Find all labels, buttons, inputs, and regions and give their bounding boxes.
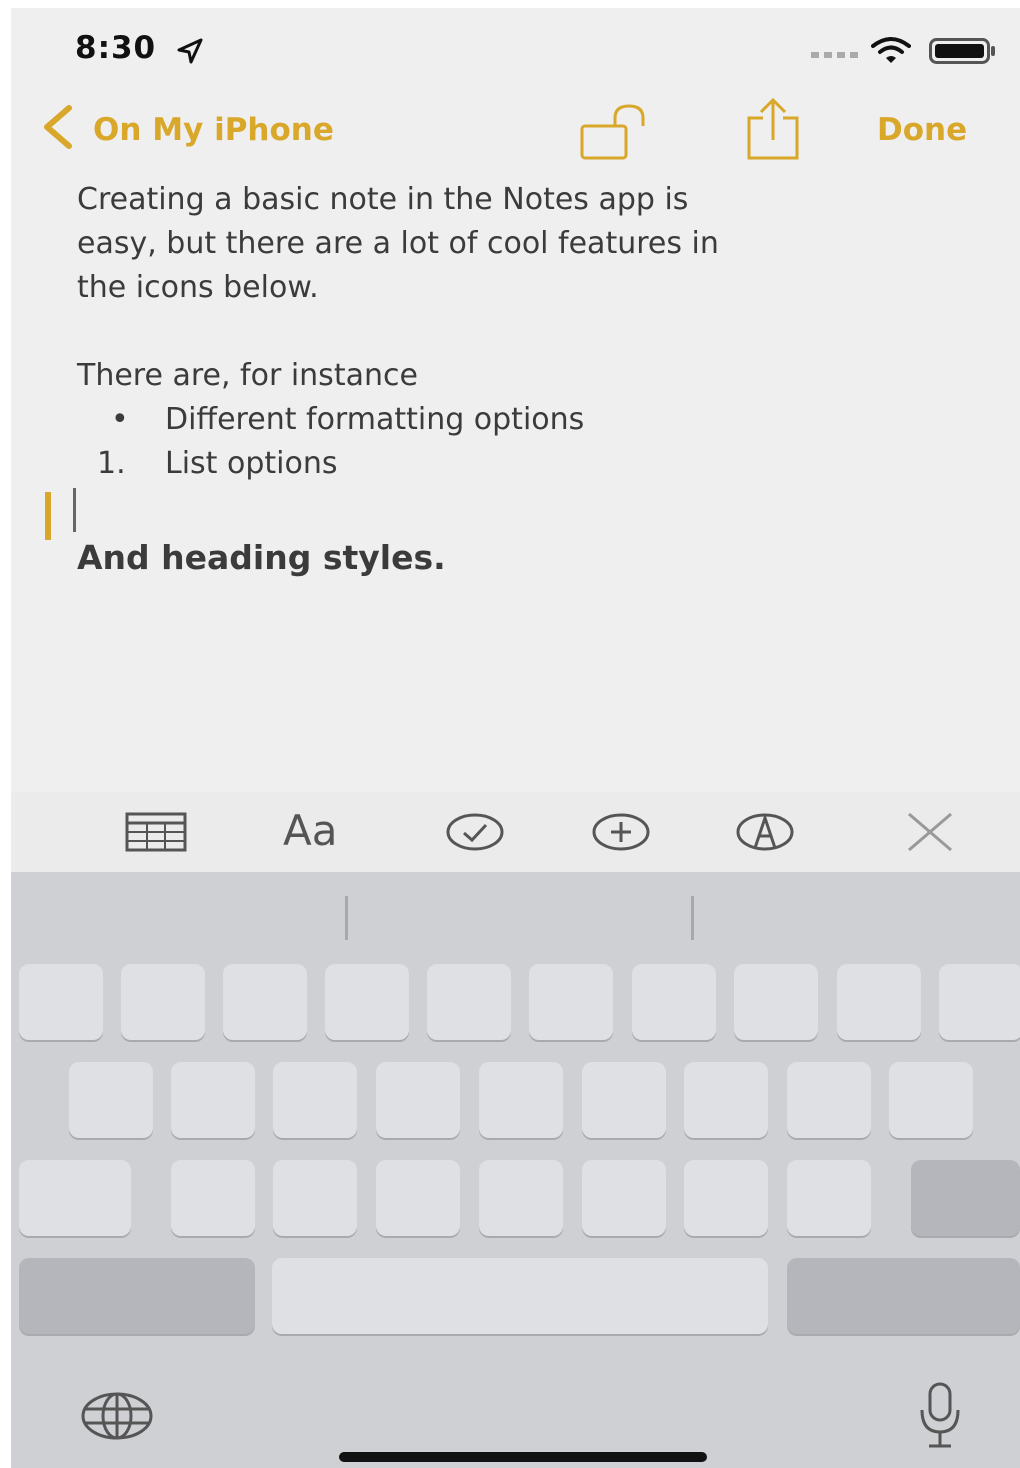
- key[interactable]: [529, 964, 613, 1040]
- battery-icon: [929, 38, 995, 64]
- key[interactable]: [427, 964, 511, 1040]
- back-chevron-icon[interactable]: [39, 104, 75, 150]
- note-body[interactable]: Creating a basic note in the Notes app i…: [77, 178, 977, 486]
- note-paragraph-line: easy, but there are a lot of cool featur…: [77, 226, 719, 261]
- close-keyboard-icon[interactable]: [905, 804, 955, 860]
- numbered-list-item: 1. List options: [77, 442, 977, 486]
- checklist-icon[interactable]: [445, 804, 505, 860]
- format-button[interactable]: Aa: [283, 806, 337, 855]
- line-selection-marker: [45, 492, 51, 540]
- wifi-icon: [871, 37, 911, 63]
- microphone-icon[interactable]: [917, 1380, 963, 1454]
- cellular-signal-icon: [811, 52, 858, 58]
- key[interactable]: [632, 964, 716, 1040]
- note-paragraph-line: the icons below.: [77, 270, 319, 305]
- key[interactable]: [837, 964, 921, 1040]
- key[interactable]: [171, 1062, 255, 1138]
- bullet-item-text: Different formatting options: [165, 402, 585, 437]
- unlock-icon[interactable]: [579, 104, 651, 160]
- key[interactable]: [734, 964, 818, 1040]
- key[interactable]: [19, 964, 103, 1040]
- bullet-list-item: • Different formatting options: [77, 398, 977, 442]
- status-time: 8:30: [75, 30, 157, 66]
- note-paragraph: There are, for instance: [77, 358, 418, 393]
- key[interactable]: [171, 1160, 255, 1236]
- bullet-mark: •: [111, 402, 129, 437]
- key[interactable]: [684, 1160, 768, 1236]
- formatting-toolbar: Aa: [11, 792, 1020, 872]
- key[interactable]: [582, 1160, 666, 1236]
- key[interactable]: [684, 1062, 768, 1138]
- number-mark: 1.: [97, 446, 126, 481]
- location-arrow-icon: [177, 38, 203, 64]
- add-icon[interactable]: [591, 804, 651, 860]
- key[interactable]: [479, 1062, 563, 1138]
- note-heading: And heading styles.: [77, 538, 446, 577]
- back-button[interactable]: On My iPhone: [93, 112, 334, 148]
- key[interactable]: [69, 1062, 153, 1138]
- return-key[interactable]: [787, 1258, 1020, 1334]
- space-key[interactable]: [272, 1258, 768, 1334]
- key[interactable]: [121, 964, 205, 1040]
- key[interactable]: [787, 1160, 871, 1236]
- text-cursor: [73, 488, 76, 532]
- numbered-item-text: List options: [165, 446, 338, 481]
- key[interactable]: [787, 1062, 871, 1138]
- key[interactable]: [376, 1062, 460, 1138]
- key[interactable]: [939, 964, 1020, 1040]
- shift-key[interactable]: [19, 1160, 131, 1236]
- key[interactable]: [223, 964, 307, 1040]
- key[interactable]: [376, 1160, 460, 1236]
- numbers-key[interactable]: [19, 1258, 255, 1334]
- table-icon[interactable]: [125, 804, 187, 860]
- key[interactable]: [273, 1062, 357, 1138]
- delete-key[interactable]: [911, 1160, 1020, 1236]
- key[interactable]: [889, 1062, 973, 1138]
- notes-screen: 8:30 On My iPhone Done Creating a basic …: [11, 8, 1020, 1468]
- suggestion-divider: [345, 896, 348, 940]
- note-paragraph-line: Creating a basic note in the Notes app i…: [77, 182, 689, 217]
- key[interactable]: [273, 1160, 357, 1236]
- home-indicator[interactable]: [339, 1452, 707, 1462]
- suggestion-divider: [691, 896, 694, 940]
- key[interactable]: [479, 1160, 563, 1236]
- done-button[interactable]: Done: [877, 112, 967, 148]
- globe-icon[interactable]: [79, 1378, 155, 1454]
- share-icon[interactable]: [743, 96, 803, 160]
- key[interactable]: [325, 964, 409, 1040]
- keyboard: [11, 872, 1020, 1468]
- markup-icon[interactable]: [735, 804, 795, 860]
- key[interactable]: [582, 1062, 666, 1138]
